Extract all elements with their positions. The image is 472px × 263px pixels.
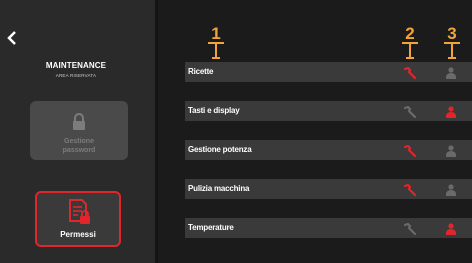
person-icon[interactable] bbox=[445, 66, 457, 84]
callout-1-number: 1 bbox=[211, 24, 221, 43]
password-management-tile[interactable]: Gestione password bbox=[30, 101, 128, 160]
callout-2-stem bbox=[409, 42, 411, 58]
callout-3-stem bbox=[451, 42, 453, 58]
wrench-icon[interactable] bbox=[403, 66, 417, 84]
permission-row-label: Gestione potenza bbox=[188, 145, 252, 154]
sidebar-title: MAINTENANCE bbox=[45, 61, 107, 70]
permission-row-label: Pulizia macchina bbox=[188, 184, 250, 193]
permission-row-label: Ricette bbox=[188, 67, 214, 76]
permissions-tile-label: Permessi bbox=[60, 230, 96, 239]
sidebar: MAINTENANCE AREA RISERVATA Gestione pass… bbox=[0, 0, 155, 263]
document-lock-icon bbox=[69, 199, 90, 224]
wrench-icon[interactable] bbox=[403, 183, 417, 201]
person-icon[interactable] bbox=[445, 144, 457, 162]
password-tile-label-line2: password bbox=[62, 147, 96, 154]
permission-row-label: Temperature bbox=[188, 223, 234, 232]
maintenance-screen: MAINTENANCE AREA RISERVATA Gestione pass… bbox=[0, 0, 472, 263]
callout-3-number: 3 bbox=[447, 24, 457, 43]
permission-row: Gestione potenza bbox=[185, 140, 472, 160]
person-icon[interactable] bbox=[445, 183, 457, 201]
divider bbox=[155, 0, 158, 263]
callout-1-stem bbox=[215, 42, 217, 58]
lock-icon bbox=[73, 113, 85, 130]
wrench-icon[interactable] bbox=[403, 144, 417, 162]
chevron-left-icon bbox=[7, 31, 16, 45]
back-button[interactable] bbox=[6, 30, 20, 48]
permission-row: Tasti e display bbox=[185, 101, 472, 121]
callout-2-number: 2 bbox=[405, 24, 415, 43]
permission-row-label: Tasti e display bbox=[188, 106, 240, 115]
sidebar-subtitle: AREA RISERVATA bbox=[55, 73, 97, 78]
permission-row: Ricette bbox=[185, 62, 472, 82]
callout-2-foot bbox=[406, 57, 414, 59]
permission-row: Temperature bbox=[185, 218, 472, 238]
permission-row: Pulizia macchina bbox=[185, 179, 472, 199]
person-icon[interactable] bbox=[445, 222, 457, 240]
callout-3-foot bbox=[448, 57, 456, 59]
person-icon[interactable] bbox=[445, 105, 457, 123]
wrench-icon[interactable] bbox=[403, 222, 417, 240]
password-tile-label-line1: Gestione bbox=[64, 138, 94, 145]
callout-1-foot bbox=[212, 57, 220, 59]
permissions-tile[interactable]: Permessi bbox=[35, 191, 121, 247]
password-tile-label: Gestione password bbox=[30, 137, 128, 155]
wrench-icon[interactable] bbox=[403, 105, 417, 123]
